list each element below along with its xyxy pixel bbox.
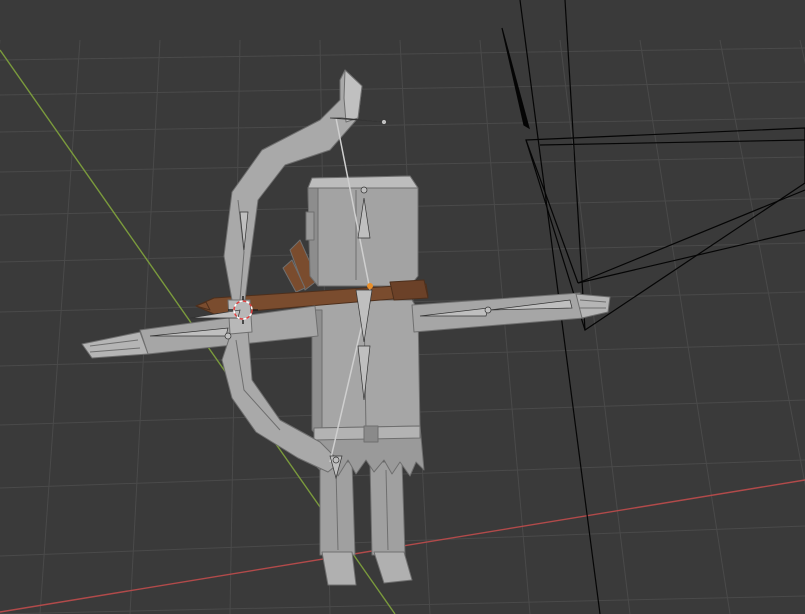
right-hand [575,293,611,319]
left-hand [81,331,149,359]
legs[interactable] [319,461,413,586]
object-origin [367,283,373,289]
character-mesh[interactable] [81,69,611,586]
3d-viewport[interactable] [0,0,805,614]
